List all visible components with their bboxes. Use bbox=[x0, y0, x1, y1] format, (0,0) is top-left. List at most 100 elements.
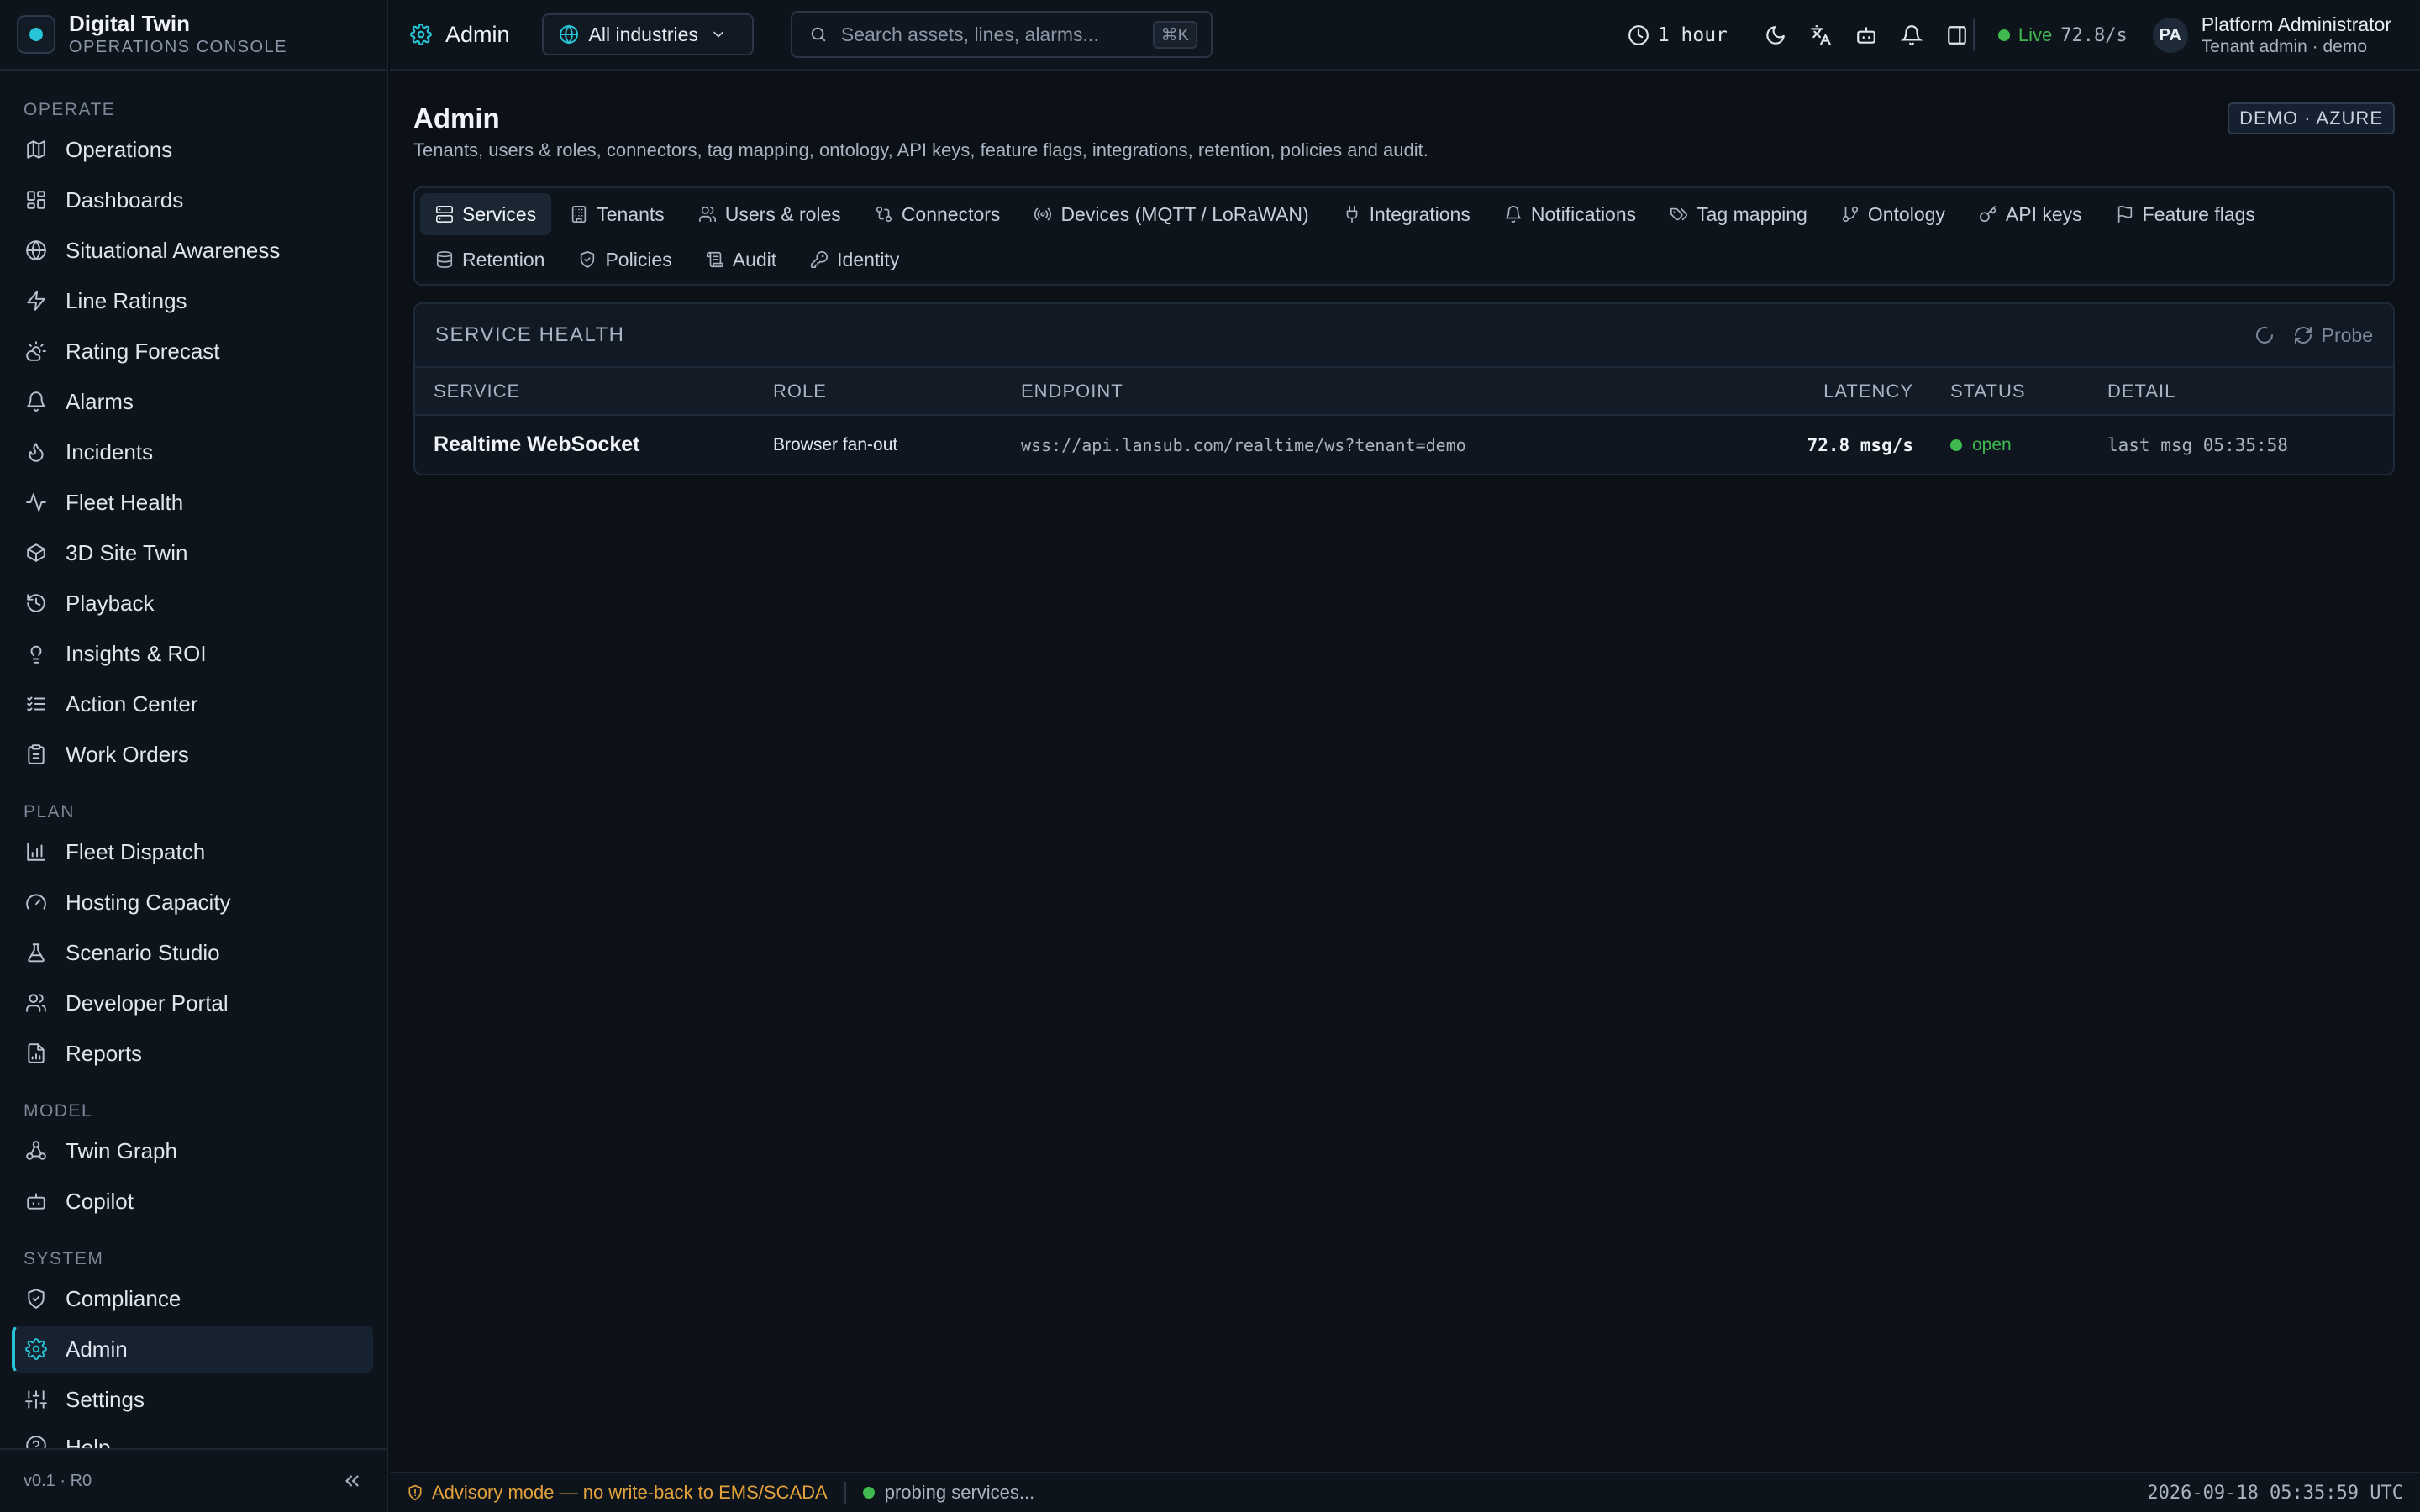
sidebar-item-admin[interactable]: Admin bbox=[12, 1326, 373, 1373]
sidebar-item-3d-site-twin[interactable]: 3D Site Twin bbox=[12, 529, 373, 576]
sidebar-item-compliance[interactable]: Compliance bbox=[12, 1275, 373, 1322]
sidebar-item-situational-awareness[interactable]: Situational Awareness bbox=[12, 227, 373, 274]
sidebar-item-action-center[interactable]: Action Center bbox=[12, 680, 373, 727]
column-header-latency[interactable]: LATENCY bbox=[1755, 368, 1932, 416]
nav-section-model: MODEL bbox=[24, 1101, 93, 1121]
globe-icon bbox=[25, 239, 66, 261]
main-content: Admin Tenants, users & roles, connectors… bbox=[390, 72, 2420, 1472]
sidebar-item-reports[interactable]: Reports bbox=[12, 1030, 373, 1077]
panel-toggle-icon[interactable] bbox=[1946, 24, 1968, 46]
sidebar-item-alarms[interactable]: Alarms bbox=[12, 378, 373, 425]
probe-status-text: probing services... bbox=[884, 1482, 1035, 1503]
topbar-divider bbox=[1972, 19, 1975, 51]
translate-icon[interactable] bbox=[1810, 24, 1832, 46]
tab-notifications[interactable]: Notifications bbox=[1489, 193, 1651, 235]
sidebar-item-label: Dashboards bbox=[66, 186, 184, 213]
advisory-text: Advisory mode — no write-back to EMS/SCA… bbox=[432, 1482, 828, 1503]
shield-icon bbox=[578, 250, 605, 269]
sidebar-item-work-orders[interactable]: Work Orders bbox=[12, 731, 373, 778]
key-round-icon bbox=[810, 250, 837, 269]
column-header-detail[interactable]: DETAIL bbox=[2089, 368, 2393, 416]
tab-label: Services bbox=[462, 202, 537, 225]
sidebar-item-scenario-studio[interactable]: Scenario Studio bbox=[12, 929, 373, 976]
tab-identity[interactable]: Identity bbox=[795, 239, 914, 281]
sidebar-item-rating-forecast[interactable]: Rating Forecast bbox=[12, 328, 373, 375]
sidebar-item-playback[interactable]: Playback bbox=[12, 580, 373, 627]
table-row[interactable]: Realtime WebSocket Browser fan-out wss://a… bbox=[415, 415, 2393, 474]
cell-endpoint: wss://api.lansub.com/realtime/ws?tenant=… bbox=[1021, 434, 1466, 455]
tab-label: Audit bbox=[732, 248, 777, 270]
tab-label: Devices (MQTT / LoRaWAN) bbox=[1060, 202, 1309, 225]
advisory-notice: Advisory mode — no write-back to EMS/SCA… bbox=[407, 1482, 828, 1504]
tab-retention[interactable]: Retention bbox=[420, 239, 560, 281]
sidebar-item-hosting-capacity[interactable]: Hosting Capacity bbox=[12, 879, 373, 926]
sidebar-item-line-ratings[interactable]: Line Ratings bbox=[12, 277, 373, 324]
column-header-endpoint[interactable]: ENDPOINT bbox=[1002, 368, 1755, 416]
loader-icon bbox=[2244, 325, 2283, 345]
brand-subtitle: OPERATIONS CONSOLE bbox=[69, 38, 288, 56]
sidebar-item-insights-roi[interactable]: Insights & ROI bbox=[12, 630, 373, 677]
tab-policies[interactable]: Policies bbox=[563, 239, 687, 281]
nav-section-system: SYSTEM bbox=[24, 1249, 104, 1268]
scroll-icon bbox=[706, 250, 733, 269]
tab-api-keys[interactable]: API keys bbox=[1964, 193, 2097, 235]
collapse-sidebar-icon[interactable] bbox=[341, 1470, 363, 1492]
tab-feature-flags[interactable]: Feature flags bbox=[2101, 193, 2270, 235]
tab-tag-mapping[interactable]: Tag mapping bbox=[1655, 193, 1823, 235]
tab-label: Notifications bbox=[1530, 202, 1637, 225]
sidebar-item-developer-portal[interactable]: Developer Portal bbox=[12, 979, 373, 1026]
tab-integrations[interactable]: Integrations bbox=[1328, 193, 1486, 235]
brand-logo-icon bbox=[17, 15, 55, 54]
bell-icon[interactable] bbox=[1900, 24, 1923, 46]
column-header-role[interactable]: ROLE bbox=[755, 368, 1002, 416]
chevron-down-icon bbox=[710, 26, 737, 43]
database-icon bbox=[435, 250, 462, 269]
tab-users-roles[interactable]: Users & roles bbox=[683, 193, 856, 235]
checklist-icon bbox=[25, 693, 66, 715]
tags-icon bbox=[1670, 205, 1697, 223]
sidebar-item-fleet-dispatch[interactable]: Fleet Dispatch bbox=[12, 828, 373, 875]
time-range-button[interactable]: 1 hour bbox=[1628, 24, 1728, 46]
column-header-status[interactable]: STATUS bbox=[1932, 368, 2089, 416]
sidebar-item-label: Scenario Studio bbox=[66, 939, 220, 965]
bar-chart-icon bbox=[25, 841, 66, 863]
moon-icon[interactable] bbox=[1765, 24, 1786, 46]
sidebar-item-label: Line Ratings bbox=[66, 287, 187, 313]
probe-label: Probe bbox=[2321, 323, 2373, 346]
tab-connectors[interactable]: Connectors bbox=[860, 193, 1016, 235]
gear-icon bbox=[25, 1338, 66, 1360]
sidebar-item-help[interactable]: Help bbox=[12, 1426, 373, 1448]
probe-button[interactable]: Probe bbox=[2244, 324, 2373, 347]
sidebar-item-copilot[interactable]: Copilot bbox=[12, 1178, 373, 1225]
bell-icon bbox=[1504, 205, 1531, 223]
bot-icon[interactable] bbox=[1855, 24, 1877, 46]
sidebar-item-dashboards[interactable]: Dashboards bbox=[12, 176, 373, 223]
shield-alert-icon bbox=[407, 1484, 432, 1501]
tab-row: Services Tenants Users & roles Connectors De… bbox=[420, 192, 2388, 237]
sidebar-item-label: Compliance bbox=[66, 1285, 182, 1311]
sidebar-item-fleet-health[interactable]: Fleet Health bbox=[12, 479, 373, 526]
user-role: Tenant admin · demo bbox=[2201, 37, 2368, 56]
search-box[interactable]: ⌘K bbox=[790, 11, 1213, 58]
tab-services[interactable]: Services bbox=[420, 193, 552, 235]
user-menu[interactable]: PA Platform Administrator Tenant admin ·… bbox=[2152, 13, 2391, 58]
column-header-service[interactable]: SERVICE bbox=[415, 368, 755, 416]
tab-devices-mqtt-lorawan[interactable]: Devices (MQTT / LoRaWAN) bbox=[1018, 193, 1323, 235]
globe-icon bbox=[559, 24, 589, 45]
sidebar-item-settings[interactable]: Settings bbox=[12, 1376, 373, 1423]
git-compare-icon bbox=[875, 205, 902, 223]
brand[interactable]: Digital Twin OPERATIONS CONSOLE bbox=[0, 0, 387, 71]
sidebar-item-twin-graph[interactable]: Twin Graph bbox=[12, 1127, 373, 1174]
brand-title: Digital Twin bbox=[69, 11, 190, 36]
sidebar-item-operations[interactable]: Operations bbox=[12, 126, 373, 173]
sidebar-item-label: Alarms bbox=[66, 388, 134, 414]
industry-select[interactable]: All industries bbox=[541, 13, 754, 55]
sidebar-item-incidents[interactable]: Incidents bbox=[12, 428, 373, 475]
tab-ontology[interactable]: Ontology bbox=[1826, 193, 1960, 235]
tab-label: Tag mapping bbox=[1697, 202, 1807, 225]
sidebar-item-label: Reports bbox=[66, 1040, 143, 1066]
tab-audit[interactable]: Audit bbox=[691, 239, 792, 281]
search-input[interactable] bbox=[840, 23, 1153, 46]
sidebar-item-label: Fleet Dispatch bbox=[66, 838, 206, 864]
tab-tenants[interactable]: Tenants bbox=[555, 193, 680, 235]
